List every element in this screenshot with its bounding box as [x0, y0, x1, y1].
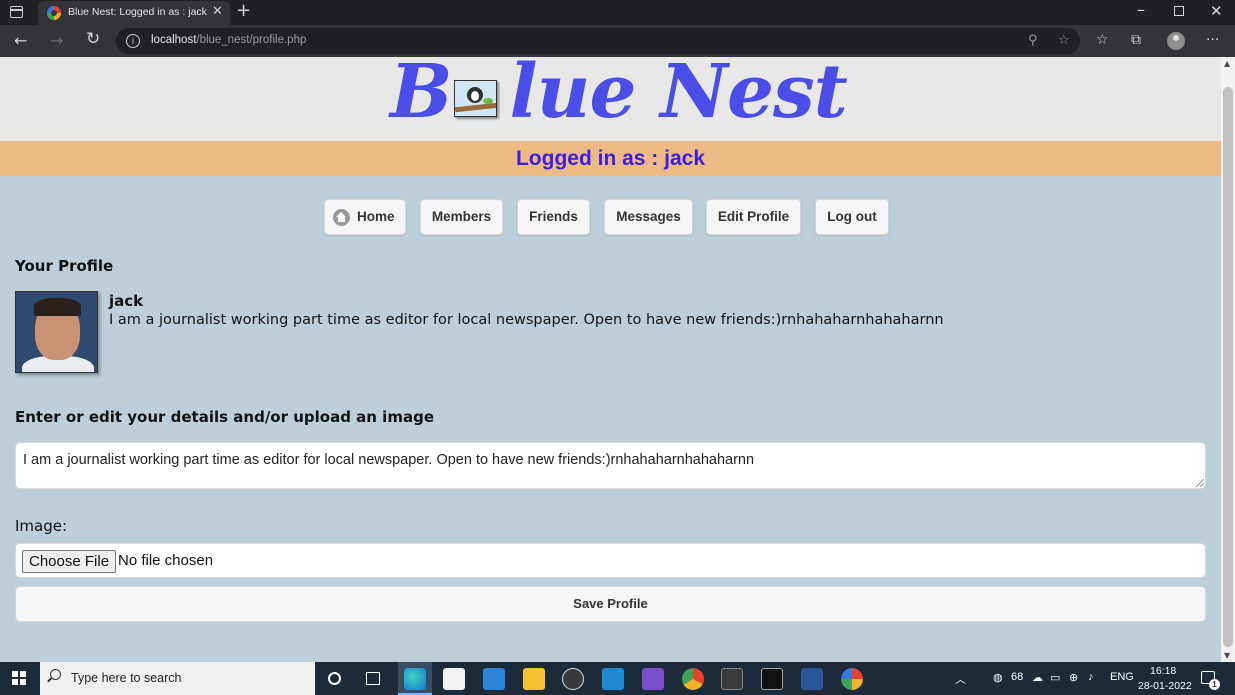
clock-date[interactable]: 28-01-2022 [1138, 680, 1192, 692]
maximize-icon[interactable] [1174, 6, 1184, 16]
site-header: Blue Nest [0, 57, 1221, 141]
search-icon [50, 669, 61, 680]
back-icon[interactable]: ← [14, 31, 27, 50]
store-icon[interactable] [443, 668, 465, 690]
bird-logo-icon [453, 80, 497, 117]
add-favorite-icon[interactable]: ☆ [1058, 33, 1070, 48]
new-tab-icon[interactable]: + [236, 0, 251, 21]
xampp-icon[interactable] [841, 668, 863, 690]
image-file-input[interactable]: Choose File No file chosen [15, 543, 1206, 578]
more-options-icon[interactable]: ··· [1206, 32, 1219, 48]
nav-messages-button[interactable]: Messages [604, 199, 693, 235]
task-view-icon[interactable] [366, 672, 380, 685]
profile-name: jack [109, 292, 144, 310]
clock-time[interactable]: 16:18 [1150, 665, 1176, 677]
battery-icon[interactable]: ▭ [1050, 671, 1060, 684]
url-text[interactable]: localhost/blue_nest/profile.php [151, 34, 306, 46]
home-icon [333, 209, 350, 226]
tray-number: 68 [1011, 671, 1024, 683]
textarea-resize-handle[interactable] [1196, 479, 1204, 487]
cortana-icon[interactable] [328, 672, 341, 685]
url-path: /blue_nest/profile.php [196, 34, 307, 46]
logged-in-banner: Logged in as : jack [0, 141, 1221, 176]
word-icon[interactable] [801, 668, 823, 690]
profile-section-title: Your Profile [15, 257, 114, 275]
network-icon[interactable]: ⊕ [1069, 671, 1078, 684]
collections-icon[interactable]: ⧉ [1131, 32, 1141, 48]
bio-textarea[interactable]: I am a journalist working part time as e… [15, 442, 1206, 489]
logo-letter-b: B [390, 57, 453, 135]
site-logo: Blue Nest [390, 57, 848, 135]
browser-tab[interactable]: Blue Nest: Logged in as : jack ✕ [38, 1, 230, 25]
dell-icon[interactable] [562, 668, 584, 690]
tab-title: Blue Nest: Logged in as : jack [68, 6, 207, 18]
language-indicator[interactable]: ENG [1110, 671, 1134, 683]
favorites-icon[interactable]: ☆ [1096, 32, 1109, 48]
mail-icon[interactable] [483, 668, 505, 690]
command-prompt-icon[interactable] [761, 668, 783, 690]
tray-app-icon[interactable]: ◍ [993, 671, 1003, 684]
nav-edit-profile-button[interactable]: Edit Profile [706, 199, 801, 235]
volume-icon[interactable]: ♪ [1088, 671, 1094, 683]
address-bar[interactable]: i localhost/blue_nest/profile.php ⚲ ☆ [116, 28, 1080, 54]
image-label: Image: [15, 517, 68, 535]
tab-actions-icon[interactable] [10, 6, 23, 18]
cloud-icon[interactable]: ☁ [1032, 671, 1043, 684]
nav-home-label: Home [357, 209, 395, 224]
file-explorer-icon[interactable] [523, 668, 545, 690]
taskbar-search-placeholder: Type here to search [71, 671, 182, 685]
reload-icon[interactable]: ↻ [86, 29, 100, 49]
page-viewport: Blue Nest Logged in as : jack Home Membe… [0, 57, 1221, 662]
chrome-icon[interactable] [682, 668, 704, 690]
main-nav: Home Members Friends Messages Edit Profi… [0, 199, 1221, 235]
profile-photo [15, 291, 98, 373]
read-aloud-icon[interactable]: ⚲ [1028, 33, 1038, 48]
notification-count-badge: 1 [1209, 679, 1220, 690]
nav-friends-button[interactable]: Friends [517, 199, 590, 235]
windows-start-icon[interactable] [12, 671, 26, 685]
visual-studio-icon[interactable] [642, 668, 664, 690]
profile-avatar-icon[interactable] [1167, 32, 1185, 50]
taskbar-search-box[interactable]: Type here to search [40, 662, 315, 695]
page-scrollbar[interactable]: ▲ ▼ [1221, 57, 1235, 662]
minimize-icon[interactable]: – [1137, 0, 1145, 19]
browser-toolbar: ← → ↻ i localhost/blue_nest/profile.php … [0, 25, 1235, 57]
site-favicon-icon [47, 6, 61, 20]
scroll-up-icon[interactable]: ▲ [1224, 59, 1230, 68]
tab-close-icon[interactable]: ✕ [212, 4, 223, 19]
scroll-thumb[interactable] [1223, 87, 1233, 647]
edit-form-title: Enter or edit your details and/or upload… [15, 408, 434, 426]
nav-home-button[interactable]: Home [324, 199, 406, 235]
url-host: localhost [151, 34, 197, 46]
tray-overflow-icon[interactable]: ︿ [955, 671, 966, 687]
site-info-icon[interactable]: i [126, 34, 140, 48]
file-status-text: No file chosen [118, 552, 214, 569]
choose-file-button[interactable]: Choose File [22, 550, 117, 573]
browser-tab-bar: Blue Nest: Logged in as : jack ✕ + – ✕ [0, 0, 1235, 25]
logged-in-text: Logged in as : jack [515, 147, 706, 170]
vscode-icon[interactable] [602, 668, 624, 690]
save-profile-button[interactable]: Save Profile [15, 586, 1206, 622]
edge-browser-icon[interactable] [404, 668, 426, 690]
scroll-down-icon[interactable]: ▼ [1224, 651, 1230, 660]
nav-members-button[interactable]: Members [420, 199, 503, 235]
nav-logout-button[interactable]: Log out [815, 199, 889, 235]
terminal-icon[interactable] [721, 668, 743, 690]
forward-icon[interactable]: → [50, 31, 63, 50]
logo-text: lue Nest [509, 57, 848, 135]
window-close-icon[interactable]: ✕ [1210, 2, 1223, 20]
windows-taskbar: Type here to search ︿ ◍ 68 ☁ ▭ ⊕ ♪ ENG 1… [0, 662, 1235, 695]
profile-bio: I am a journalist working part time as e… [109, 312, 944, 328]
